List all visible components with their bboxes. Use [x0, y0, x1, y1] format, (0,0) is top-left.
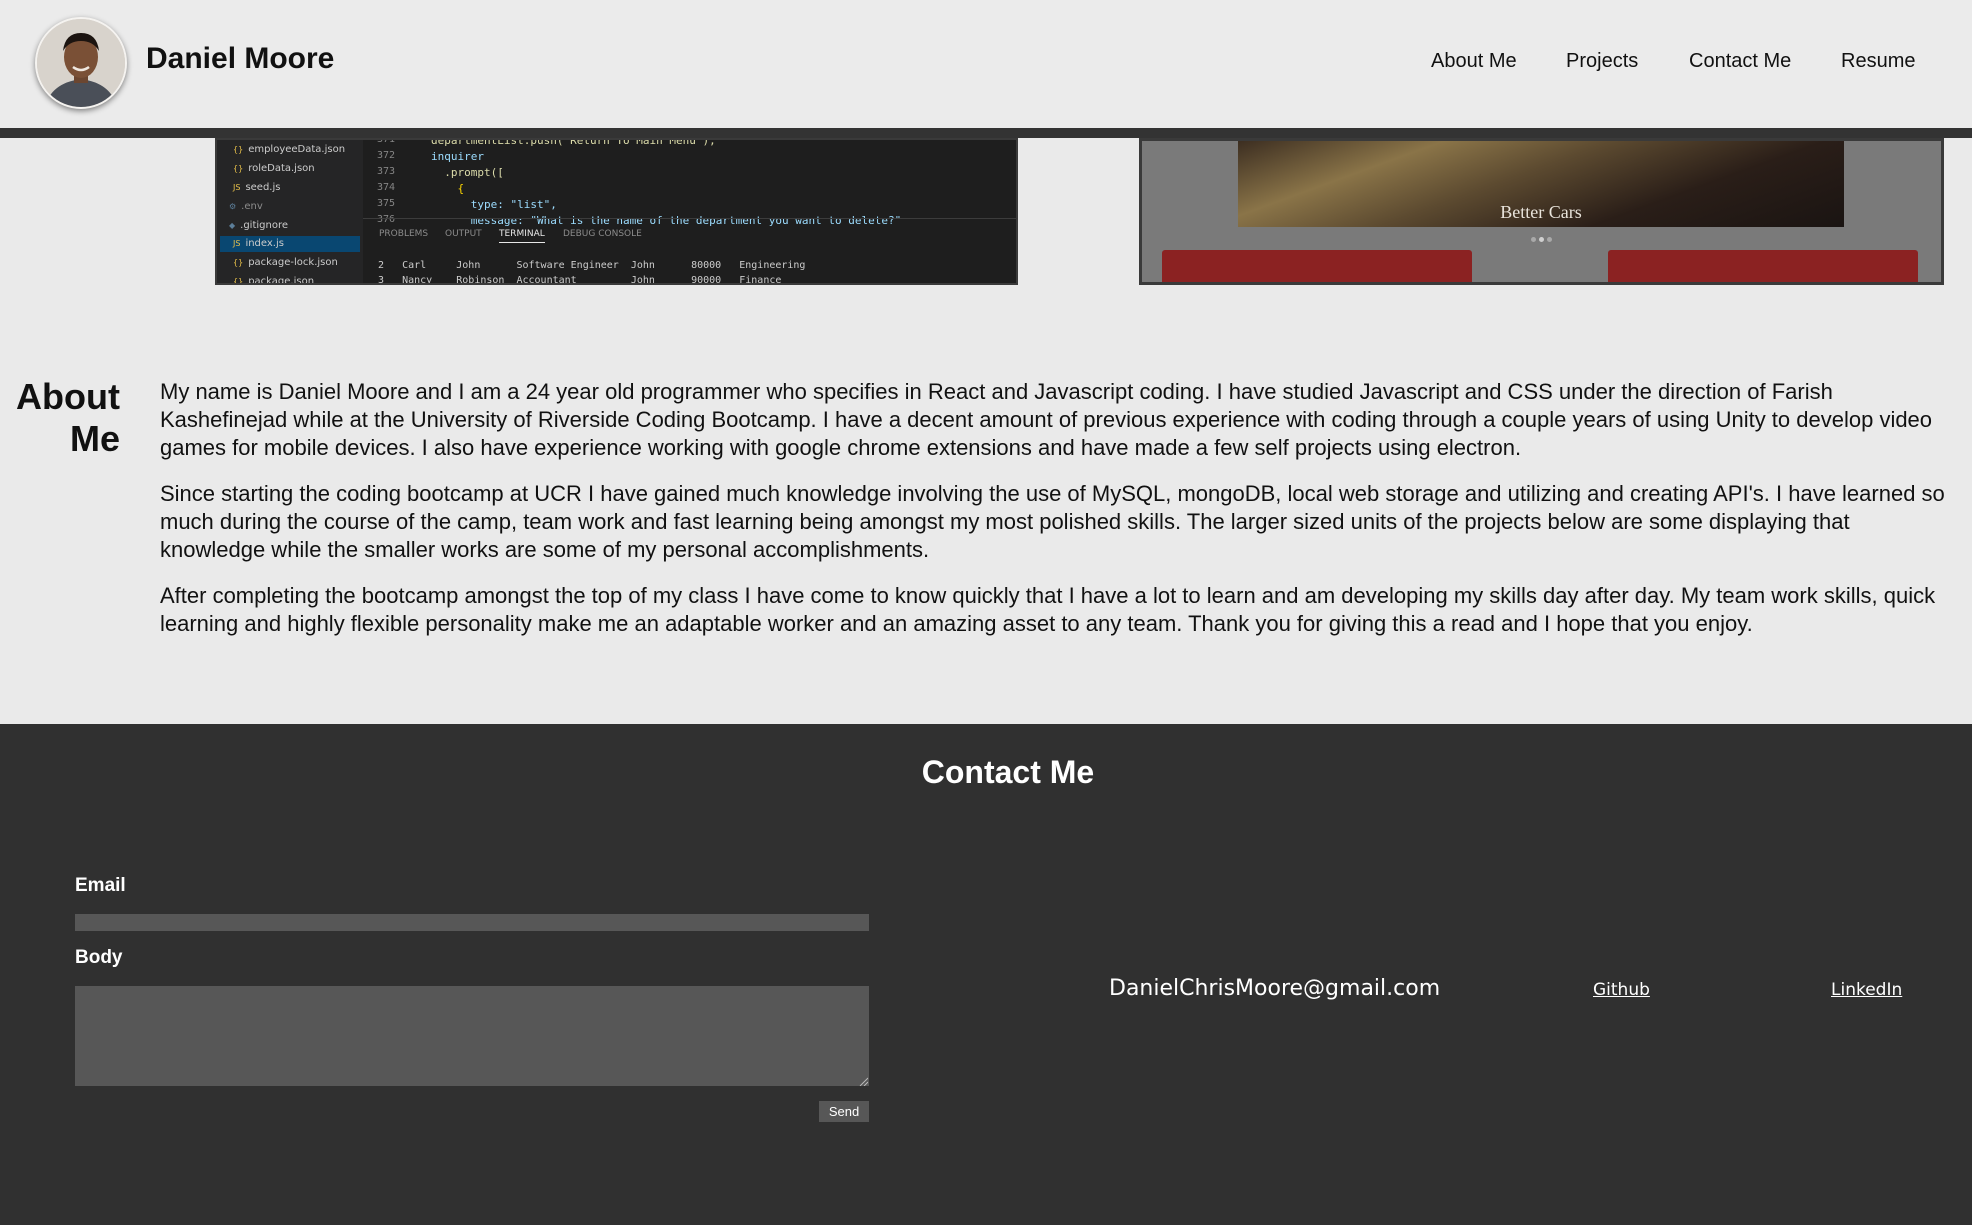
file-item: {} employeeData.json	[233, 144, 346, 155]
line-number: 371	[377, 138, 396, 145]
editor-file-explorer: {} employeeData.json {} roleData.json JS se…	[217, 140, 363, 285]
contact-heading: Contact Me	[921, 754, 1095, 790]
avatar	[35, 17, 127, 109]
linkedin-link[interactable]: LinkedIn	[1831, 980, 1902, 1000]
project-screenshot-better-cars[interactable]: Better Cars	[1139, 138, 1944, 285]
contact-email-address: DanielChrisMoore@gmail.com	[1109, 976, 1441, 1001]
github-link[interactable]: Github	[1593, 980, 1650, 1000]
code-line: {	[431, 182, 465, 195]
send-button[interactable]: Send	[819, 1101, 869, 1122]
line-number: 373	[377, 166, 396, 177]
about-paragraph: Since starting the coding bootcamp at UC…	[160, 481, 1945, 562]
site-header: Daniel Moore About Me Projects Contact M…	[0, 0, 1972, 128]
file-item: {} package-lock.json	[233, 257, 338, 268]
code-line: message: "What is the name of the depart…	[431, 214, 902, 227]
contact-section: Contact Me Email Body Send DanielChrisMo…	[0, 724, 1972, 1225]
about-heading: About Me	[16, 376, 120, 459]
nav-about-me[interactable]: About Me	[1431, 50, 1517, 73]
panel-tab-output: OUTPUT	[445, 229, 482, 239]
profile-photo	[37, 19, 125, 107]
line-number: 375	[377, 198, 396, 209]
nav-contact-me[interactable]: Contact Me	[1689, 50, 1791, 73]
preview-red-button	[1162, 250, 1472, 282]
carousel-dot	[1547, 237, 1552, 242]
line-number: 374	[377, 182, 396, 193]
header-divider	[0, 128, 1972, 138]
nav-projects[interactable]: Projects	[1566, 50, 1638, 73]
line-number: 372	[377, 150, 396, 161]
panel-divider	[363, 218, 1016, 219]
file-item: JS seed.js	[233, 182, 281, 193]
panel-tab-terminal: TERMINAL	[499, 229, 545, 243]
body-label: Body	[75, 947, 123, 968]
terminal-row: 2 Carl John Software Engineer John 80000…	[378, 260, 806, 271]
email-label: Email	[75, 875, 126, 896]
panel-tab-debug-console: DEBUG CONSOLE	[563, 229, 642, 239]
about-paragraph: My name is Daniel Moore and I am a 24 ye…	[160, 379, 1933, 460]
file-item: ⚙ .env	[229, 201, 263, 212]
carousel-caption: Better Cars	[1500, 202, 1582, 222]
about-paragraph: After completing the bootcamp amongst th…	[160, 583, 1936, 636]
nav-resume[interactable]: Resume	[1841, 50, 1915, 73]
line-number: 376	[377, 214, 396, 225]
preview-red-button	[1608, 250, 1918, 282]
code-line: inquirer	[431, 150, 484, 163]
panel-tab-problems: PROBLEMS	[379, 229, 429, 239]
file-item: ◆ .gitignore	[229, 220, 289, 231]
file-item-active: JS index.js	[220, 236, 360, 252]
body-textarea[interactable]	[75, 986, 869, 1086]
code-line: type: "list",	[431, 198, 557, 211]
site-title: Daniel Moore	[146, 42, 335, 75]
project-screenshot-employee-tracker[interactable]: {} employeeData.json {} roleData.json JS se…	[215, 138, 1018, 285]
file-item: {} package.json	[233, 276, 315, 285]
code-line: .prompt([	[431, 166, 504, 179]
email-field[interactable]	[75, 914, 869, 931]
code-line: departmentList.push("Return To Main Menu…	[431, 138, 716, 147]
file-item: {} roleData.json	[233, 163, 315, 174]
carousel-dot	[1539, 237, 1544, 242]
terminal-row: 3 Nancy Robinson Accountant John 90000 F…	[378, 275, 782, 285]
carousel-dot	[1531, 237, 1536, 242]
